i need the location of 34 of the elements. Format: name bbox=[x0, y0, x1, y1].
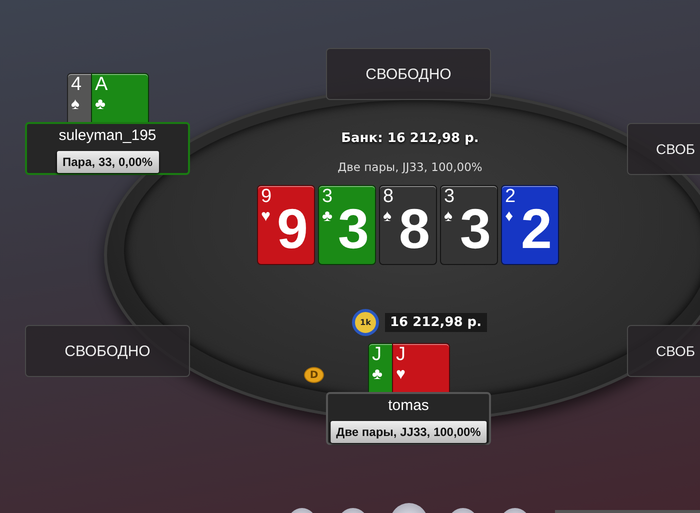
empty-seat-button[interactable]: СВОБОДНО bbox=[25, 325, 190, 377]
card-suit: ♥ bbox=[261, 208, 270, 226]
card-face-rank: 2 bbox=[520, 198, 552, 260]
card-face-rank: 3 bbox=[338, 198, 369, 260]
card-suit: ♠ bbox=[444, 208, 452, 226]
card-face-rank: 8 bbox=[398, 198, 430, 260]
bet-amount: 16 212,98 р. bbox=[385, 313, 487, 332]
card-rank: 4 bbox=[71, 75, 82, 95]
card-rank: 3 bbox=[444, 187, 455, 207]
card-suit: ♥ bbox=[396, 366, 406, 384]
hand-strength-label: Пара, 33, 0,00% bbox=[56, 151, 158, 173]
player-name: tomas bbox=[387, 397, 430, 414]
empty-seat-button[interactable]: СВОБ bbox=[627, 123, 700, 175]
hand-strength-label: Две пары, JJ33, 100,00% bbox=[330, 421, 487, 443]
card-face-rank: 9 bbox=[276, 198, 308, 260]
card-rank: J bbox=[372, 345, 382, 365]
empty-seat-button[interactable]: СВОБОДНО bbox=[326, 48, 491, 100]
best-hand-label: Две пары, JJ33, 100,00% bbox=[336, 160, 484, 174]
card-suit: ♠ bbox=[71, 96, 80, 114]
card-rank: A bbox=[95, 75, 108, 95]
player-name: suleyman_195 bbox=[58, 127, 158, 144]
card-suit: ♣ bbox=[372, 366, 382, 384]
pot-label: Банк: 16 212,98 р. bbox=[340, 131, 480, 146]
card-face-rank: 3 bbox=[460, 198, 491, 260]
card-suit: ♦ bbox=[505, 208, 514, 226]
empty-seat-button[interactable]: СВОБ bbox=[627, 325, 700, 377]
card-rank: 3 bbox=[322, 187, 333, 207]
card-suit: ♠ bbox=[383, 208, 392, 226]
card-rank: 2 bbox=[505, 187, 516, 207]
card-rank: 9 bbox=[261, 187, 272, 207]
card-rank: J bbox=[396, 345, 406, 365]
card-rank: 8 bbox=[383, 187, 394, 207]
card-suit: ♣ bbox=[95, 96, 106, 114]
card-suit: ♣ bbox=[322, 208, 332, 226]
